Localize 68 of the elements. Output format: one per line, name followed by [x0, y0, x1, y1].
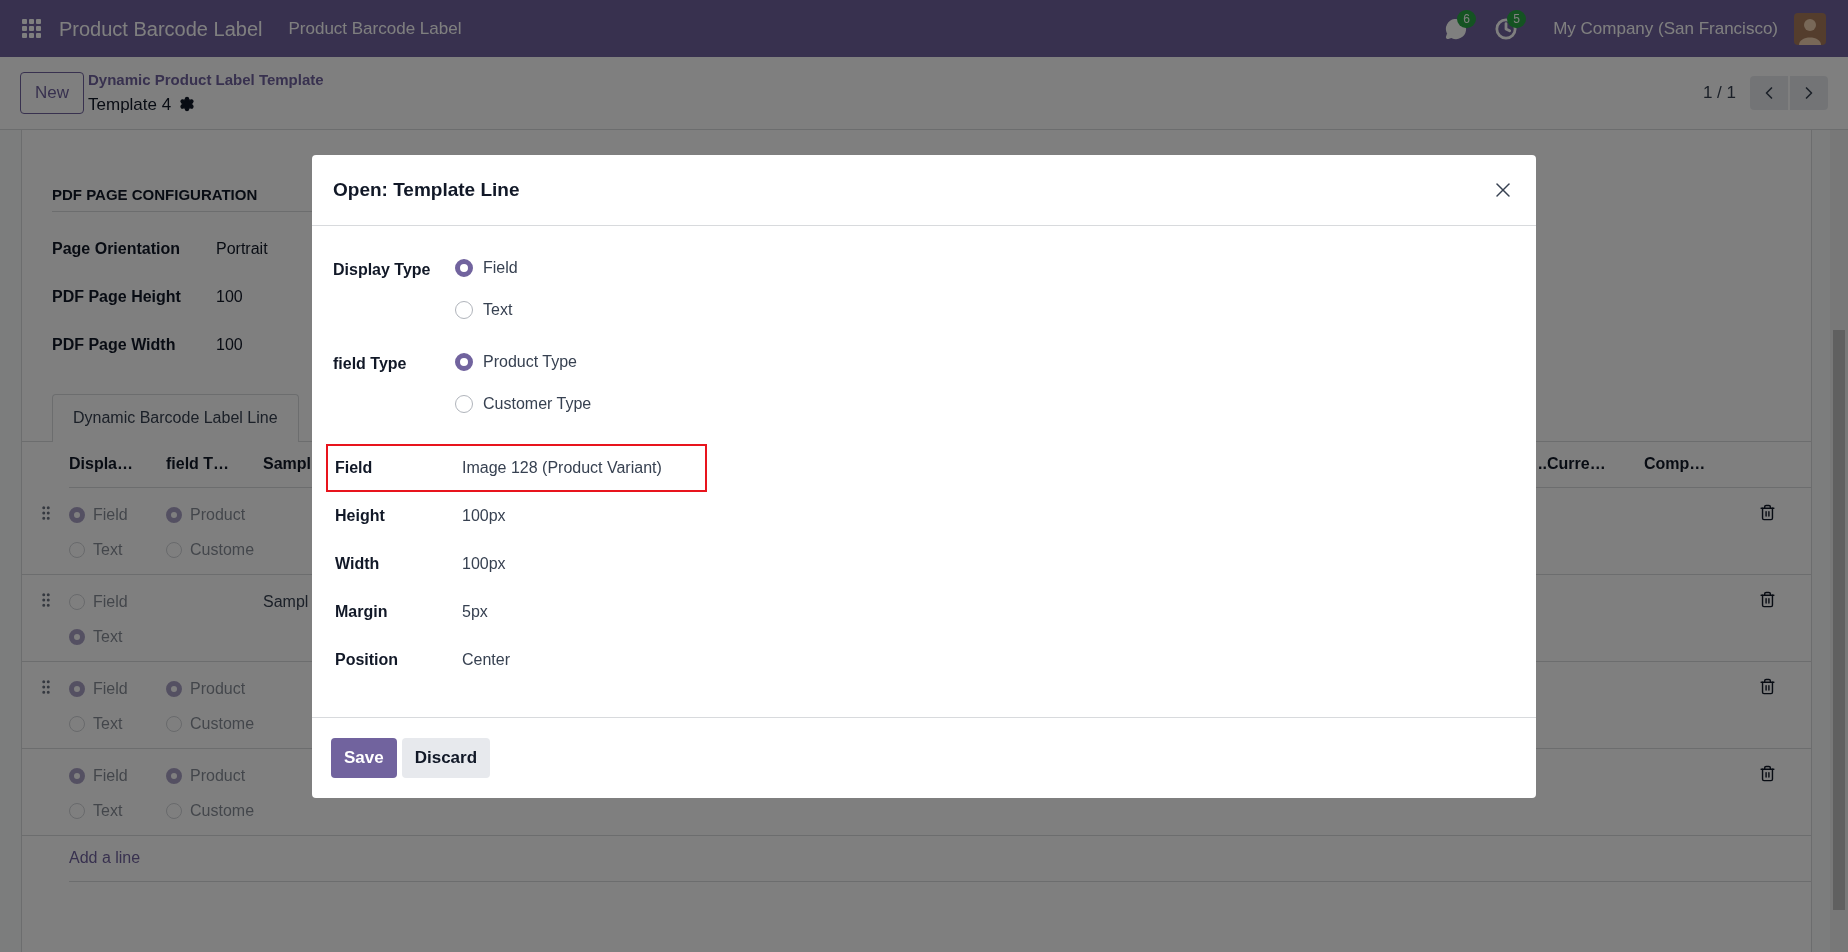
field-label: field Type [333, 354, 408, 374]
field-value[interactable]: 5px [462, 600, 488, 624]
add-line-link[interactable]: Add a line [69, 846, 141, 870]
record-title: Template 4 [88, 93, 172, 116]
radio-label: Field [93, 678, 128, 699]
field-label: Margin [335, 602, 389, 622]
radio-label: Custome [190, 539, 255, 560]
scrollbar[interactable] [1830, 130, 1848, 952]
app-name[interactable]: Product Barcode Label [59, 13, 263, 44]
radio-label: Text [93, 539, 123, 560]
notification-badge: 6 [1457, 9, 1476, 28]
notebook-tab[interactable]: Dynamic Barcode Label Line [52, 393, 299, 442]
field-label: Width [335, 554, 381, 574]
radio-label: Custome [190, 713, 255, 734]
radio-label[interactable]: Field [483, 256, 518, 280]
field-label: PDF Page Height [52, 287, 182, 307]
radio-button[interactable] [455, 301, 473, 319]
column-header[interactable]: field T… [166, 441, 263, 488]
radio-button[interactable] [455, 259, 473, 277]
radio-label: Text [93, 713, 123, 734]
avatar-icon[interactable] [1794, 12, 1826, 45]
menu-item[interactable]: Product Barcode Label [288, 15, 462, 42]
settings-icon[interactable] [179, 96, 196, 113]
radio-label[interactable]: Product Type [483, 350, 577, 374]
radio-label: Field [93, 504, 128, 525]
company-name[interactable]: My Company (San Francisco) [1553, 15, 1778, 42]
field-label: Display Type [333, 260, 432, 280]
breadcrumb-link[interactable]: Dynamic Product Label Template [88, 69, 324, 92]
field-value[interactable]: Center [462, 648, 511, 672]
radio-label: Field [93, 765, 128, 786]
save-button[interactable]: Save [331, 738, 397, 778]
field-label: Page Orientation [52, 239, 182, 259]
field-value[interactable]: 100px [462, 552, 506, 576]
radio-button[interactable] [455, 395, 473, 413]
field-value[interactable]: Portrait [216, 237, 268, 261]
notification-badge: 5 [1507, 9, 1526, 28]
field-value[interactable]: 100 [216, 333, 243, 357]
field-value[interactable]: Image 128 (Product Variant) [462, 456, 662, 480]
radio-label: Custome [190, 800, 255, 821]
discard-button[interactable]: Discard [401, 738, 491, 778]
next-button[interactable] [1790, 76, 1828, 110]
column-header[interactable]: Curre… [1547, 441, 1644, 488]
delete-icon[interactable] [1759, 677, 1776, 695]
delete-icon[interactable] [1759, 764, 1776, 782]
column-header[interactable]: Displa… [69, 441, 166, 488]
radio-label[interactable]: Text [483, 298, 513, 322]
column-header[interactable]: Comp… [1644, 441, 1741, 488]
field-label: Height [335, 506, 386, 526]
field-label: Field [335, 458, 374, 478]
table-cell: Sampl [263, 592, 309, 610]
new-button[interactable]: New [20, 72, 84, 114]
delete-icon[interactable] [1759, 503, 1776, 521]
field-value[interactable]: 100 [216, 285, 243, 309]
previous-button[interactable] [1750, 76, 1788, 110]
radio-label: Field [93, 591, 128, 612]
radio-label: Product [190, 678, 246, 699]
pager-value[interactable]: 1 / 1 [1702, 80, 1736, 106]
field-value[interactable]: 100px [462, 504, 506, 528]
radio-label: Product [190, 504, 246, 525]
radio-label: Text [93, 800, 123, 821]
radio-label[interactable]: Customer Type [483, 392, 592, 416]
radio-label: Product [190, 765, 246, 786]
field-label: PDF Page Width [52, 335, 177, 355]
delete-icon[interactable] [1759, 590, 1776, 608]
radio-button[interactable] [455, 353, 473, 371]
field-label: Position [335, 650, 400, 670]
radio-label: Text [93, 626, 123, 647]
apps-menu-icon[interactable] [22, 19, 41, 38]
